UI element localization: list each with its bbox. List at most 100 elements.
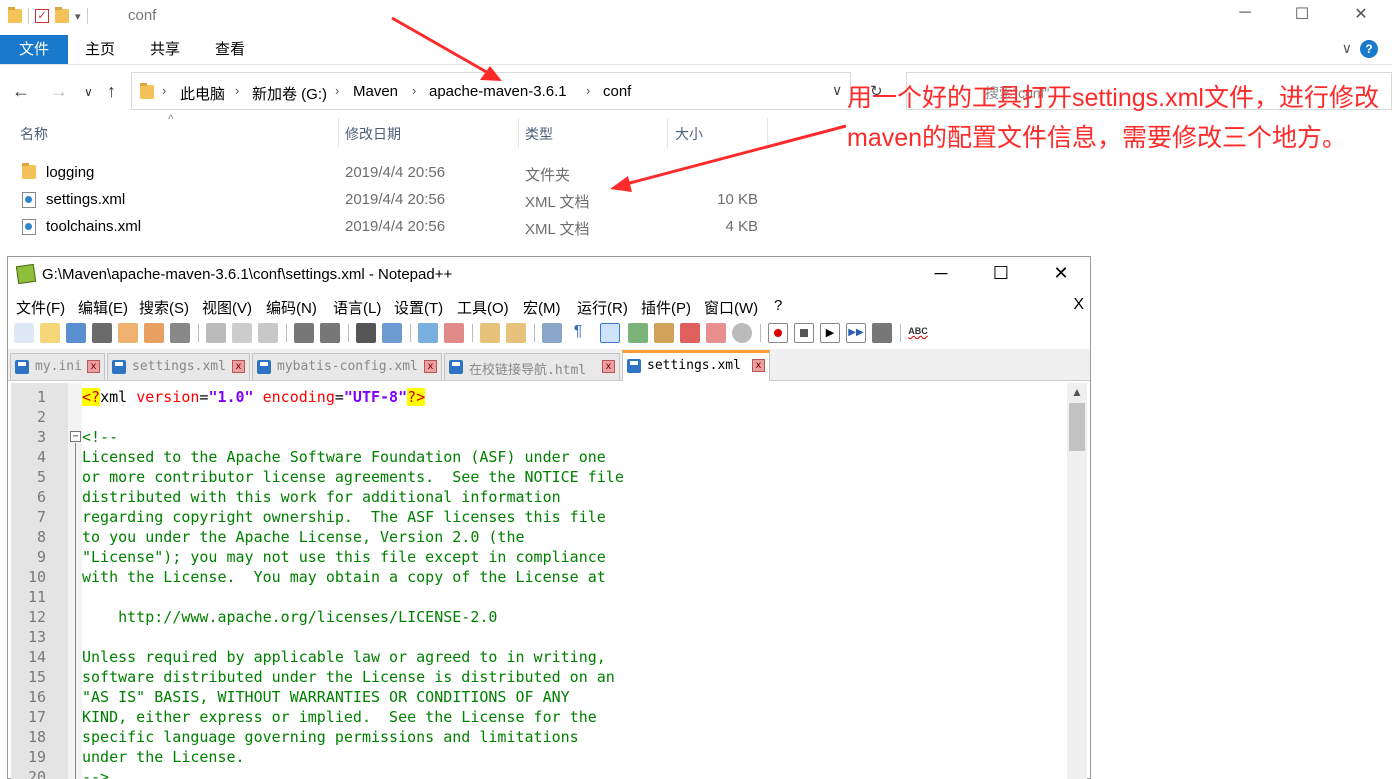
code-editor[interactable]: 1 <?xml version="1.0" encoding="UTF-8"?> 2… xyxy=(11,383,1067,779)
column-header-size[interactable]: 大小 xyxy=(675,124,703,144)
chevron-right-icon[interactable]: › xyxy=(162,83,166,98)
code-line[interactable]: 9 "License"); you may not use this file e… xyxy=(11,547,1067,567)
recent-locations-icon[interactable]: ∨ xyxy=(84,85,93,99)
help-icon[interactable]: ? xyxy=(1360,40,1378,58)
breadcrumb-item[interactable]: conf xyxy=(603,83,631,100)
breadcrumb-item[interactable]: 新加卷 (G:) xyxy=(252,83,327,104)
file-row[interactable]: toolchains.xml 2019/4/4 20:56 XML 文档 4 K… xyxy=(0,214,800,240)
address-bar[interactable]: › 此电脑 › 新加卷 (G:) › Maven › apache-maven-… xyxy=(131,72,851,110)
run-macro-multiple-icon[interactable]: ▶▶ xyxy=(846,323,866,343)
tab-mybatis-config[interactable]: mybatis-config.xml x xyxy=(252,353,442,380)
menu-settings[interactable]: 设置(T) xyxy=(394,297,443,318)
code-line[interactable]: 20 --> xyxy=(11,767,1067,779)
code-line[interactable]: 1 <?xml version="1.0" encoding="UTF-8"?> xyxy=(11,387,1067,407)
menu-edit[interactable]: 编辑(E) xyxy=(78,297,128,318)
sync-vertical-icon[interactable] xyxy=(480,323,500,343)
zoom-out-icon[interactable] xyxy=(444,323,464,343)
fold-toggle-icon[interactable]: − xyxy=(70,431,81,442)
divider[interactable] xyxy=(338,118,339,148)
menu-tools[interactable]: 工具(O) xyxy=(457,297,509,318)
function-list-icon[interactable] xyxy=(680,323,700,343)
new-file-icon[interactable] xyxy=(14,323,34,343)
folder-as-workspace-icon[interactable] xyxy=(706,323,726,343)
print-icon[interactable] xyxy=(170,323,190,343)
ribbon-expand-icon[interactable]: ∨ xyxy=(1342,40,1352,57)
close-tab-icon[interactable]: x xyxy=(424,360,437,373)
forward-icon[interactable]: → xyxy=(50,81,68,102)
paste-icon[interactable] xyxy=(258,323,278,343)
menu-view[interactable]: 视图(V) xyxy=(202,297,252,318)
code-line[interactable]: 11 xyxy=(11,587,1067,607)
close-document-icon[interactable]: X xyxy=(1073,296,1084,314)
code-line[interactable]: 4 Licensed to the Apache Software Foundat… xyxy=(11,447,1067,467)
up-icon[interactable]: ↑ xyxy=(107,81,116,102)
tab-settings-xml-active[interactable]: settings.xml x xyxy=(622,350,770,381)
save-icon[interactable] xyxy=(66,323,86,343)
vertical-scrollbar[interactable]: ▲ xyxy=(1067,383,1087,779)
close-tab-icon[interactable]: x xyxy=(602,360,615,373)
word-wrap-icon[interactable] xyxy=(542,323,562,343)
indent-guide-icon[interactable] xyxy=(600,323,620,343)
monitoring-icon[interactable] xyxy=(732,323,752,343)
code-line[interactable]: 13 xyxy=(11,627,1067,647)
document-map-icon[interactable] xyxy=(654,323,674,343)
playback-icon[interactable]: ▶ xyxy=(820,323,840,343)
address-dropdown-icon[interactable]: ∨ xyxy=(832,82,842,99)
divider[interactable] xyxy=(767,118,768,148)
breadcrumb-item[interactable]: Maven xyxy=(353,83,398,100)
code-line[interactable]: 7 regarding copyright ownership. The ASF … xyxy=(11,507,1067,527)
code-line[interactable]: 5 or more contributor license agreements.… xyxy=(11,467,1067,487)
chevron-right-icon[interactable]: › xyxy=(586,83,590,98)
column-header-date[interactable]: 修改日期 xyxy=(345,124,401,144)
undo-icon[interactable] xyxy=(294,323,314,343)
zoom-in-icon[interactable] xyxy=(418,323,438,343)
save-all-icon[interactable] xyxy=(92,323,112,343)
back-icon[interactable]: ← xyxy=(12,81,30,102)
spell-check-icon[interactable]: ABC xyxy=(908,323,928,343)
show-all-characters-icon[interactable]: ¶ xyxy=(568,323,588,343)
chevron-right-icon[interactable]: › xyxy=(412,83,416,98)
scrollbar-thumb[interactable] xyxy=(1069,403,1085,451)
menu-window[interactable]: 窗口(W) xyxy=(704,297,758,318)
save-macro-icon[interactable] xyxy=(872,323,892,343)
chevron-right-icon[interactable]: › xyxy=(235,83,239,98)
scroll-up-icon[interactable]: ▲ xyxy=(1071,385,1083,399)
menu-plugins[interactable]: 插件(P) xyxy=(641,297,691,318)
code-line[interactable]: 14 Unless required by applicable law or a… xyxy=(11,647,1067,667)
close-tab-icon[interactable]: x xyxy=(232,360,245,373)
stop-recording-icon[interactable] xyxy=(794,323,814,343)
properties-icon[interactable]: ✓ xyxy=(35,9,49,23)
tab-settings-xml[interactable]: settings.xml x xyxy=(107,353,250,380)
code-line[interactable]: 17 KIND, either express or implied. See t… xyxy=(11,707,1067,727)
file-row[interactable]: logging 2019/4/4 20:56 文件夹 xyxy=(0,160,800,186)
record-macro-icon[interactable] xyxy=(768,323,788,343)
tab-campus-links[interactable]: 在校链接导航.html x xyxy=(444,353,620,380)
customize-dropdown-icon[interactable]: ▾ xyxy=(75,10,81,23)
user-language-icon[interactable] xyxy=(628,323,648,343)
column-header-name[interactable]: 名称 xyxy=(20,124,48,144)
code-line[interactable]: 3 <!-- − xyxy=(11,427,1067,447)
copy-icon[interactable] xyxy=(232,323,252,343)
code-line[interactable]: 10 with the License. You may obtain a cop… xyxy=(11,567,1067,587)
close-file-icon[interactable] xyxy=(118,323,138,343)
column-header-type[interactable]: 类型 xyxy=(525,124,553,144)
close-button[interactable]: ✕ xyxy=(1346,4,1376,24)
menu-file[interactable]: 文件(F) xyxy=(16,297,65,318)
tab-view[interactable]: 查看 xyxy=(200,35,260,64)
code-line[interactable]: 18 specific language governing permission… xyxy=(11,727,1067,747)
find-icon[interactable] xyxy=(356,323,376,343)
minimize-button[interactable]: ─ xyxy=(926,263,956,284)
close-all-icon[interactable] xyxy=(144,323,164,343)
code-line[interactable]: 16 "AS IS" BASIS, WITHOUT WARRANTIES OR C… xyxy=(11,687,1067,707)
divider[interactable] xyxy=(518,118,519,148)
sync-horizontal-icon[interactable] xyxy=(506,323,526,343)
code-line[interactable]: 12 http://www.apache.org/licenses/LICENS… xyxy=(11,607,1067,627)
chevron-right-icon[interactable]: › xyxy=(335,83,339,98)
maximize-button[interactable]: ☐ xyxy=(986,263,1016,284)
menu-macro[interactable]: 宏(M) xyxy=(523,297,561,318)
code-line[interactable]: 2 xyxy=(11,407,1067,427)
menu-search[interactable]: 搜索(S) xyxy=(139,297,189,318)
menu-language[interactable]: 语言(L) xyxy=(333,297,381,318)
tab-home[interactable]: 主页 xyxy=(70,35,130,64)
tab-my-ini[interactable]: my.ini x xyxy=(10,353,105,380)
